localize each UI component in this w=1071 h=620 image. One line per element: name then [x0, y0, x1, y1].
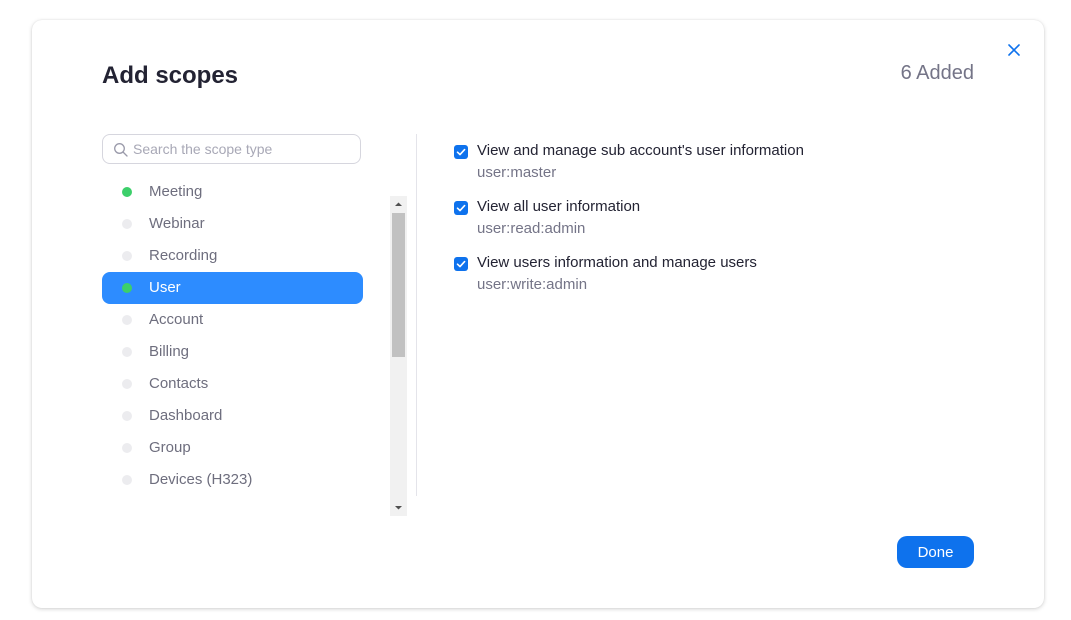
- scroll-up-button[interactable]: [390, 196, 407, 213]
- category-item-devices-h323[interactable]: Devices (H323): [102, 464, 363, 496]
- check-icon: [456, 148, 466, 156]
- category-item-billing[interactable]: Billing: [102, 336, 363, 368]
- scroll-thumb[interactable]: [392, 213, 405, 357]
- status-dot: [122, 187, 132, 197]
- category-item-account[interactable]: Account: [102, 304, 363, 336]
- arrow-up-icon: [395, 202, 402, 206]
- close-button[interactable]: [1004, 40, 1024, 60]
- status-dot: [122, 443, 132, 453]
- search-input[interactable]: [133, 138, 353, 160]
- status-dot: [122, 379, 132, 389]
- check-icon: [456, 260, 466, 268]
- scope-checkbox[interactable]: [454, 257, 468, 271]
- scroll-down-button[interactable]: [390, 499, 407, 516]
- category-item-webinar[interactable]: Webinar: [102, 208, 363, 240]
- category-label: Billing: [149, 343, 190, 360]
- category-label: Devices (H323): [149, 471, 253, 488]
- scope-name: View and manage sub account's user infor…: [477, 142, 804, 159]
- scope-key: user:read:admin: [477, 220, 586, 237]
- category-item-contacts[interactable]: Contacts: [102, 368, 363, 400]
- dialog-title: Add scopes: [102, 62, 239, 89]
- scope-checkbox[interactable]: [454, 201, 468, 215]
- status-dot: [122, 219, 132, 229]
- scope-type-list: Meeting Webinar Recording User Account Billin…: [102, 176, 408, 496]
- search-icon: [114, 143, 128, 157]
- add-scopes-dialog: Add scopes 6 Added Meeting Webinar Recordi…: [32, 20, 1044, 608]
- status-dot: [122, 283, 132, 293]
- close-icon: [1008, 44, 1020, 56]
- status-dot: [122, 475, 132, 485]
- added-count: 6 Added: [900, 62, 974, 84]
- category-label: Contacts: [149, 375, 209, 392]
- status-dot: [122, 347, 132, 357]
- done-button[interactable]: Done: [897, 536, 974, 568]
- category-item-dashboard[interactable]: Dashboard: [102, 400, 363, 432]
- category-label: Recording: [149, 247, 218, 264]
- status-dot: [122, 315, 132, 325]
- scope-checkbox[interactable]: [454, 145, 468, 159]
- scope-name: View all user information: [477, 198, 641, 215]
- category-label: Account: [149, 311, 204, 328]
- category-label: Dashboard: [149, 407, 223, 424]
- status-dot: [122, 411, 132, 421]
- status-dot: [122, 251, 132, 261]
- list-scrollbar[interactable]: [390, 196, 407, 516]
- category-list: Meeting Webinar Recording User Account Billin…: [102, 176, 363, 496]
- category-label: Webinar: [149, 215, 205, 232]
- check-icon: [456, 204, 466, 212]
- arrow-down-icon: [395, 506, 402, 510]
- panel-divider: [416, 134, 417, 496]
- category-item-recording[interactable]: Recording: [102, 240, 363, 272]
- scope-name: View users information and manage users: [477, 254, 757, 271]
- category-label: Meeting: [149, 183, 203, 200]
- category-item-group[interactable]: Group: [102, 432, 363, 464]
- scope-key: user:master: [477, 164, 557, 181]
- category-item-user[interactable]: User: [102, 272, 363, 304]
- scope-key: user:write:admin: [477, 276, 588, 293]
- category-label: Group: [149, 439, 191, 456]
- category-item-meeting[interactable]: Meeting: [102, 176, 363, 208]
- search-box[interactable]: [102, 134, 361, 164]
- category-label: User: [149, 279, 181, 296]
